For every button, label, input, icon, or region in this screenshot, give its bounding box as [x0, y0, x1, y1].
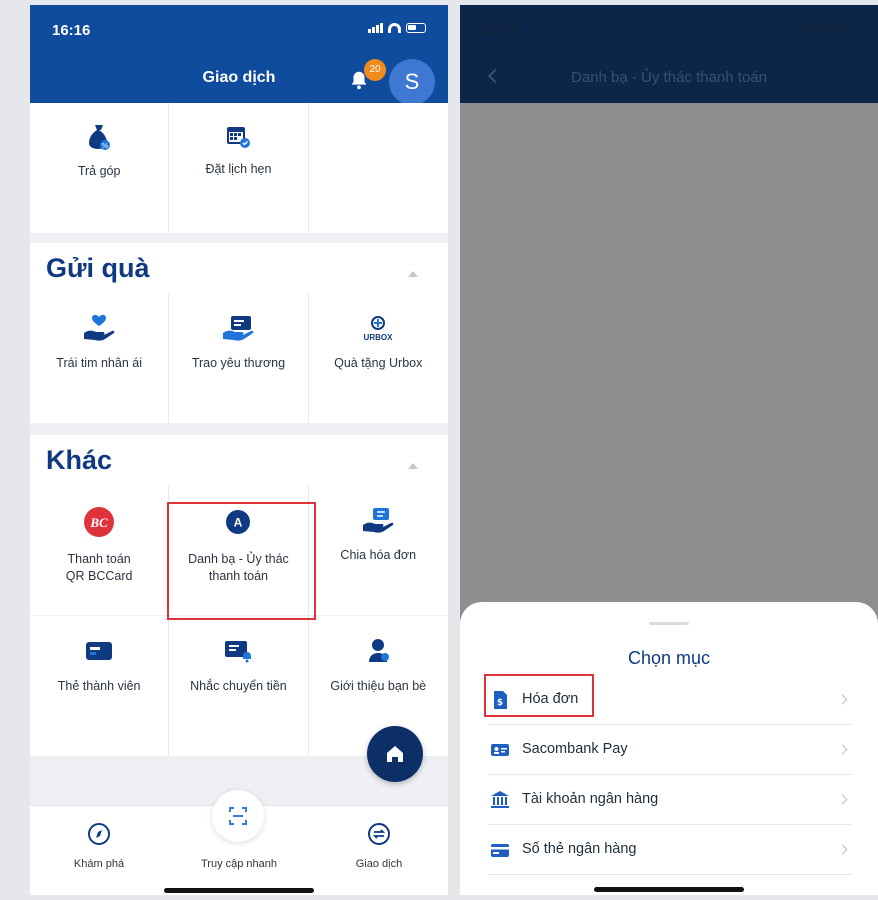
home-button[interactable]	[367, 726, 423, 782]
service-label: Trao yêu thương	[191, 356, 286, 370]
svg-text:URBOX: URBOX	[364, 333, 394, 342]
bottom-sheet: Chọn mục $ Hóa đơn Sacombank Pay Tài kho…	[460, 602, 878, 895]
signal-icon	[798, 23, 813, 33]
option-label: Số thẻ ngân hàng	[522, 841, 637, 857]
chevron-right-icon	[837, 844, 848, 855]
services-list: % Trả góp Đặt lịch hẹn Gửi quà Trái tim …	[30, 103, 448, 805]
refer-friend-icon	[369, 639, 390, 662]
status-time: 16:16	[52, 22, 91, 39]
status-icons	[368, 23, 426, 33]
bottom-tabbar: Khám phá Truy cập nhanh Giao dịch	[30, 790, 448, 895]
status-time: 16:16	[482, 22, 521, 39]
battery-icon	[836, 23, 856, 33]
tab-label: Khám phá	[73, 858, 125, 870]
bank-icon	[491, 791, 509, 808]
service-label: Nhắc chuyển tiền	[190, 679, 287, 693]
notification-badge: 20	[364, 59, 386, 81]
tab-kham-pha[interactable]: Khám phá	[44, 822, 154, 870]
right-phone-screen: 16:16 Danh bạ - Ủy thác thanh toán Chọn …	[460, 5, 878, 895]
service-trao-yeu-thuong[interactable]: Trao yêu thương	[169, 293, 309, 423]
option-so-the-ngan-hang[interactable]: Số thẻ ngân hàng	[488, 825, 852, 875]
section-title: Khác	[46, 445, 113, 475]
quick-access-button[interactable]	[212, 790, 264, 842]
option-sacombank-pay[interactable]: Sacombank Pay	[488, 725, 852, 775]
svg-text:%: %	[102, 142, 109, 150]
service-label: Thanh toán QR BCCard	[65, 552, 133, 583]
credit-card-icon	[491, 844, 509, 857]
gift-service-row: Trái tim nhân ái Trao yêu thương URBOX Q…	[30, 293, 448, 423]
highlight-box	[484, 674, 594, 717]
status-icons	[798, 23, 856, 33]
bccard-icon: BC	[84, 507, 115, 537]
home-indicator	[594, 887, 744, 892]
section-khac: Khác	[30, 435, 448, 485]
card-hand-icon	[223, 316, 254, 341]
exchange-icon	[368, 823, 390, 845]
service-trai-tim-nhan-ai[interactable]: Trái tim nhân ái	[30, 293, 170, 423]
wifi-icon	[388, 23, 401, 33]
signal-icon	[368, 23, 383, 33]
service-nhac-chuyen-tien[interactable]: Nhắc chuyển tiền	[169, 616, 309, 756]
wifi-icon	[818, 23, 831, 33]
member-card-icon	[86, 642, 113, 660]
collapse-caret-icon[interactable]	[408, 463, 418, 469]
split-bill-icon	[363, 508, 394, 533]
urbox-icon: URBOX	[364, 316, 394, 342]
money-bag-icon: %	[89, 125, 111, 150]
svg-text:BC: BC	[89, 515, 108, 530]
tab-label: Giao dịch	[355, 858, 403, 870]
page-title: Danh bạ - Ủy thác thanh toán	[571, 69, 767, 86]
top-service-row: % Trả góp Đặt lịch hẹn	[30, 103, 448, 233]
tab-label: Truy cập nhanh	[200, 858, 278, 870]
option-label: Tài khoản ngân hàng	[522, 791, 659, 807]
heart-hand-icon	[84, 314, 115, 341]
section-title: Gửi quà	[46, 253, 150, 283]
service-label: Chia hóa đơn	[340, 548, 417, 562]
scan-icon	[229, 807, 247, 825]
chevron-right-icon	[837, 744, 848, 755]
app-header: 16:16 Giao dịch 20 S	[30, 5, 448, 105]
left-phone-screen: 16:16 Giao dịch 20 S % Trả góp Đặt lịch …	[30, 5, 448, 895]
home-icon	[387, 746, 403, 762]
option-tai-khoan-ngan-hang[interactable]: Tài khoản ngân hàng	[488, 775, 852, 825]
home-indicator	[164, 888, 314, 893]
sheet-grabber[interactable]	[649, 622, 689, 625]
service-chia-hoa-don[interactable]: Chia hóa đơn	[309, 485, 448, 615]
section-gui-qua: Gửi quà	[30, 243, 448, 293]
compass-icon	[88, 823, 110, 845]
chevron-right-icon	[837, 794, 848, 805]
service-label: Giới thiệu bạn bè	[330, 679, 427, 693]
service-thanh-toan-qr-bccard[interactable]: BC Thanh toán QR BCCard	[30, 485, 170, 615]
service-tra-gop[interactable]: % Trả góp	[30, 103, 170, 233]
transfer-reminder-icon	[225, 641, 252, 663]
service-label: Trái tim nhân ái	[56, 356, 142, 370]
highlight-box	[167, 502, 316, 620]
option-label: Sacombank Pay	[522, 741, 628, 757]
service-dat-lich-hen[interactable]: Đặt lịch hẹn	[169, 103, 309, 233]
calendar-icon	[227, 127, 251, 148]
service-label: Quà tặng Urbox	[334, 356, 423, 370]
tab-giao-dich[interactable]: Giao dịch	[324, 822, 434, 870]
service-label: Đặt lịch hẹn	[205, 162, 272, 176]
service-label: Thẻ thành viên	[57, 679, 141, 693]
avatar[interactable]: S	[389, 59, 435, 105]
chevron-right-icon	[837, 694, 848, 705]
sheet-title: Chọn mục	[627, 648, 711, 668]
id-card-icon	[491, 744, 509, 756]
empty-cell	[309, 103, 448, 233]
service-label: Trả góp	[77, 164, 121, 178]
service-the-thanh-vien[interactable]: Thẻ thành viên	[30, 616, 170, 756]
app-header-dimmed: 16:16 Danh bạ - Ủy thác thanh toán	[460, 5, 878, 103]
collapse-caret-icon[interactable]	[408, 271, 418, 277]
battery-icon	[406, 23, 426, 33]
service-qua-tang-urbox[interactable]: URBOX Quà tặng Urbox	[309, 293, 448, 423]
